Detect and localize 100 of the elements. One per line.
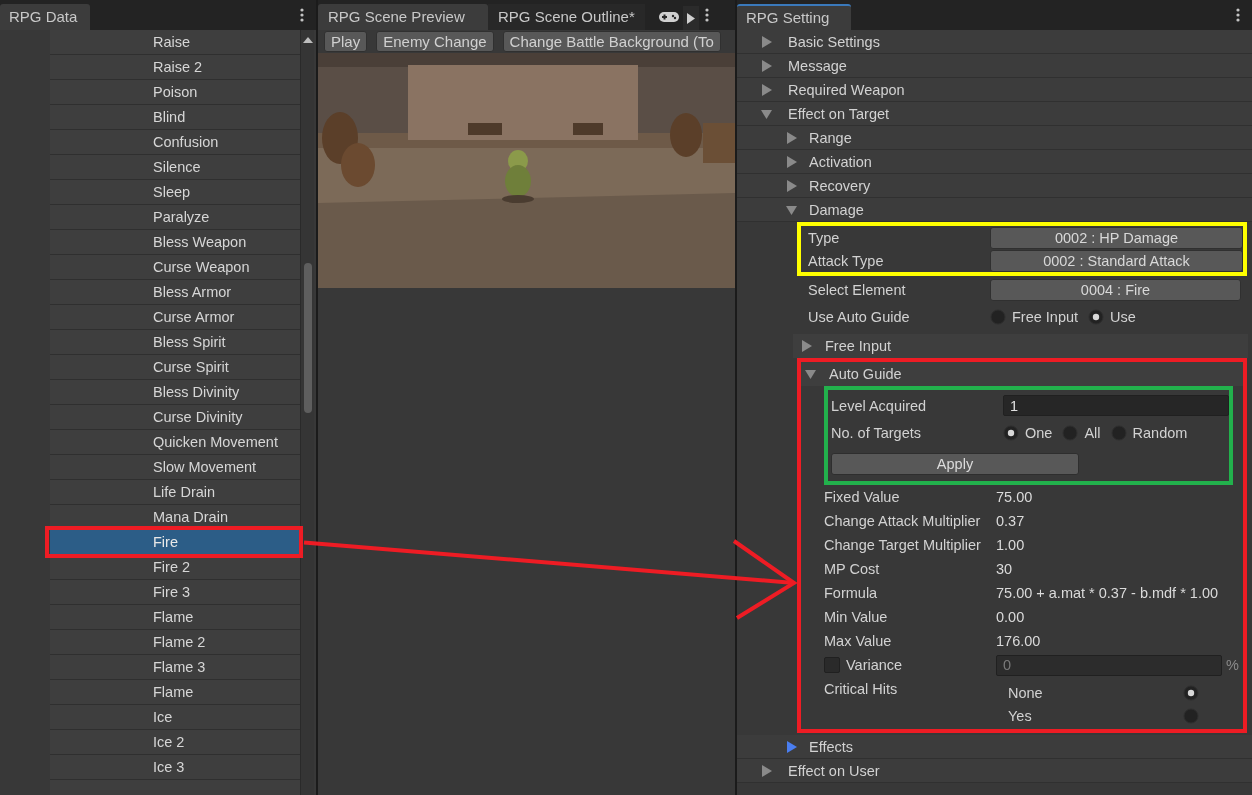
field-value: 30 bbox=[996, 561, 1013, 577]
dropdown[interactable]: 0002 : Standard Attack bbox=[990, 249, 1243, 272]
foldout-label: Range bbox=[809, 129, 852, 146]
field-value: 75.00 bbox=[996, 489, 1033, 505]
list-item[interactable]: Curse Spirit bbox=[50, 355, 300, 380]
field-label: Min Value bbox=[824, 609, 889, 625]
foldout-label: Activation bbox=[809, 153, 872, 170]
foldout-label: Auto Guide bbox=[829, 366, 902, 382]
checkbox-label: Variance bbox=[846, 657, 903, 673]
list-item[interactable]: Blind bbox=[50, 105, 300, 130]
foldout-label: Required Weapon bbox=[788, 81, 905, 98]
field-label: Select Element bbox=[808, 281, 907, 298]
foldout-row[interactable]: Effect on Target bbox=[737, 102, 1252, 126]
list-item[interactable]: Fire 2 bbox=[50, 555, 300, 580]
dropdown[interactable]: 0004 : Fire bbox=[990, 278, 1241, 301]
radio-label[interactable]: None bbox=[1008, 684, 1043, 701]
radio-label[interactable]: All bbox=[1084, 424, 1101, 441]
list-item[interactable]: Flame bbox=[50, 605, 300, 630]
list-item[interactable]: Confusion bbox=[50, 130, 300, 155]
foldout-label: Effect on Target bbox=[788, 105, 890, 122]
list-item[interactable]: Flame bbox=[50, 680, 300, 705]
panel-tab[interactable]: RPG Scene Preview bbox=[318, 4, 488, 30]
scroll-up-icon bbox=[302, 36, 313, 43]
radio-label[interactable]: Use bbox=[1110, 308, 1136, 325]
list-item[interactable]: Raise bbox=[50, 30, 300, 55]
panel-tab[interactable]: RPG Setting bbox=[737, 4, 851, 30]
panel-tab[interactable]: RPG Scene Outline* bbox=[488, 4, 645, 30]
radio-label[interactable]: Yes bbox=[1008, 707, 1032, 724]
foldout-row[interactable]: Effects bbox=[737, 735, 1252, 759]
list-item[interactable]: Slow Movement bbox=[50, 455, 300, 480]
foldout-label: Free Input bbox=[825, 338, 892, 354]
more-menu-icon bbox=[704, 8, 709, 22]
more-tabs-button[interactable] bbox=[682, 6, 699, 30]
scrollbar[interactable] bbox=[300, 30, 314, 795]
field-label: Max Value bbox=[824, 633, 893, 649]
foldout-label: Damage bbox=[809, 201, 864, 218]
foldout-row[interactable]: Basic Settings bbox=[737, 30, 1252, 54]
radio-label[interactable]: Free Input bbox=[1012, 308, 1079, 325]
field-value: 1.00 bbox=[996, 537, 1025, 553]
list-item[interactable]: Silence bbox=[50, 155, 300, 180]
field-label: Change Attack Multiplier bbox=[824, 513, 982, 529]
foldout-row[interactable]: Range bbox=[737, 126, 1252, 150]
dropdown[interactable]: 0002 : HP Damage bbox=[990, 226, 1243, 249]
list-item[interactable]: Flame 3 bbox=[50, 655, 300, 680]
foldout-row[interactable]: Message bbox=[737, 54, 1252, 78]
list-item[interactable]: Poison bbox=[50, 80, 300, 105]
field-label: Change Target Multiplier bbox=[824, 537, 982, 553]
gamepad-icon bbox=[658, 11, 679, 23]
list-item[interactable]: Raise 2 bbox=[50, 55, 300, 80]
field-label: No. of Targets bbox=[831, 424, 922, 441]
scroll-thumb[interactable] bbox=[303, 263, 312, 413]
list-item[interactable]: Life Drain bbox=[50, 480, 300, 505]
more-menu-icon bbox=[1236, 8, 1240, 22]
list-item[interactable]: Bless Divinity bbox=[50, 380, 300, 405]
field-label: Level Acquired bbox=[831, 397, 928, 414]
toolbar-button[interactable]: Play bbox=[324, 31, 368, 52]
foldout-row[interactable]: Free Input bbox=[793, 334, 1248, 358]
foldout-row[interactable]: Damage bbox=[737, 198, 1252, 222]
apply-button[interactable]: Apply bbox=[831, 452, 1079, 475]
list-item[interactable]: Flame 2 bbox=[50, 630, 300, 655]
list-item[interactable]: Bless Spirit bbox=[50, 330, 300, 355]
field-value: 0.00 bbox=[996, 609, 1025, 625]
list-item[interactable]: Curse Divinity bbox=[50, 405, 300, 430]
field-label: MP Cost bbox=[824, 561, 881, 577]
text-field[interactable]: 1 bbox=[1003, 395, 1229, 416]
list-item[interactable]: Paralyze bbox=[50, 205, 300, 230]
foldout-label: Message bbox=[788, 57, 847, 74]
foldout-row[interactable]: Required Weapon bbox=[737, 78, 1252, 102]
field-label: Attack Type bbox=[808, 252, 885, 269]
panel-tab[interactable]: RPG Data bbox=[0, 4, 90, 30]
field-value: 176.00 bbox=[996, 633, 1041, 649]
toolbar-button[interactable]: Enemy Change bbox=[376, 31, 494, 52]
list-item[interactable]: Quicken Movement bbox=[50, 430, 300, 455]
field-value: 0.37 bbox=[996, 513, 1025, 529]
field-label: Type bbox=[808, 229, 841, 246]
foldout-row[interactable]: Auto Guide bbox=[801, 362, 1243, 386]
list-item[interactable]: Bless Weapon bbox=[50, 230, 300, 255]
unit-label: % bbox=[1226, 657, 1239, 673]
field-label: Fixed Value bbox=[824, 489, 901, 505]
foldout-label: Effects bbox=[809, 738, 854, 755]
foldout-label: Recovery bbox=[809, 177, 871, 194]
list-item[interactable]: Curse Armor bbox=[50, 305, 300, 330]
list-item[interactable]: Curse Weapon bbox=[50, 255, 300, 280]
radio-label[interactable]: Random bbox=[1132, 424, 1188, 441]
field-value: 75.00 + a.mat * 0.37 - b.mdf * 1.00 bbox=[996, 585, 1219, 601]
foldout-row[interactable]: Effect on User bbox=[737, 759, 1252, 783]
list-item[interactable]: Bless Armor bbox=[50, 280, 300, 305]
list-item[interactable]: Ice 3 bbox=[50, 755, 300, 780]
list-item[interactable]: Sleep bbox=[50, 180, 300, 205]
list-item[interactable]: Fire 3 bbox=[50, 580, 300, 605]
foldout-label: Basic Settings bbox=[788, 33, 880, 50]
list-item[interactable]: Ice bbox=[50, 705, 300, 730]
toolbar-button[interactable]: Change Battle Background (To bbox=[502, 31, 721, 52]
foldout-row[interactable]: Recovery bbox=[737, 174, 1252, 198]
radio-label[interactable]: One bbox=[1025, 424, 1053, 441]
play-icon bbox=[686, 12, 695, 24]
list-item[interactable]: Ice 2 bbox=[50, 730, 300, 755]
field-label: Formula bbox=[824, 585, 879, 601]
foldout-row[interactable]: Activation bbox=[737, 150, 1252, 174]
foldout-label: Effect on User bbox=[788, 762, 880, 779]
